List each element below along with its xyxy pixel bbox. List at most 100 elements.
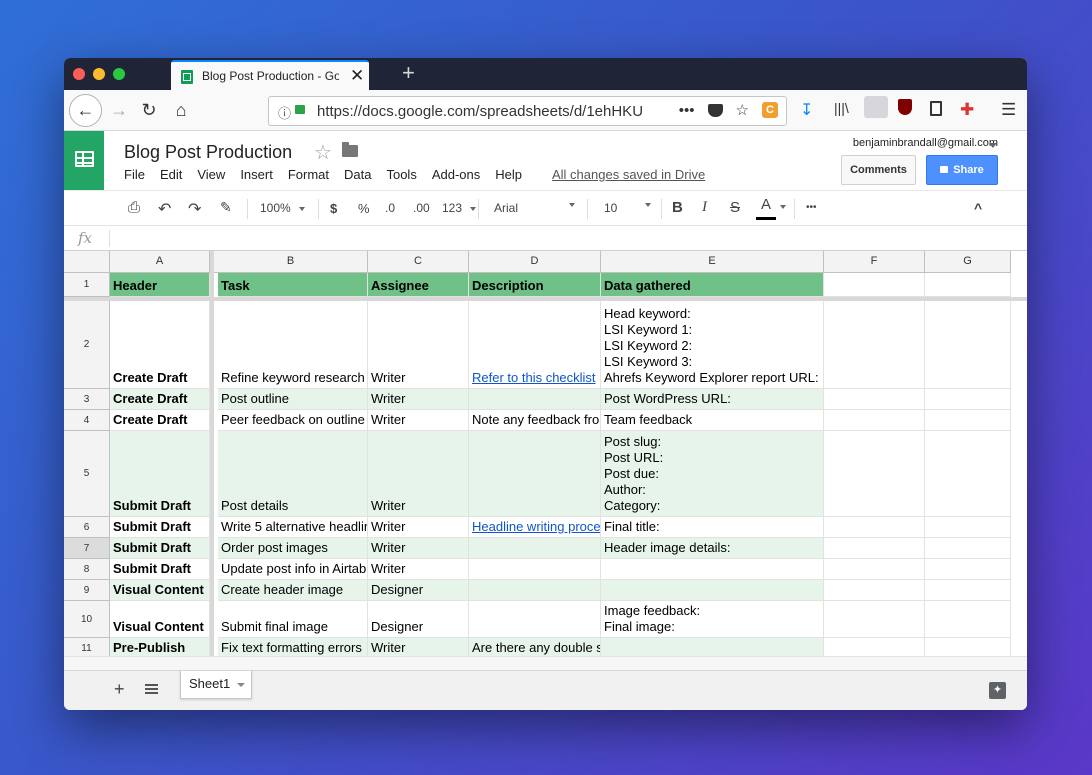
cell-a9[interactable]: Visual Content	[110, 580, 210, 601]
cell-d9[interactable]	[469, 580, 601, 601]
cell-c5[interactable]: Writer	[368, 431, 469, 517]
comments-button[interactable]: Comments	[841, 155, 916, 185]
extension-c-icon[interactable]: C	[762, 102, 778, 118]
cell-c9[interactable]: Designer	[368, 580, 469, 601]
cell-g6[interactable]	[925, 517, 1011, 538]
decrease-decimal-button[interactable]: .0	[385, 201, 395, 215]
cell-e1[interactable]: Data gathered	[601, 273, 824, 297]
row-header[interactable]: 8	[64, 559, 110, 580]
row-header[interactable]: 3	[64, 389, 110, 410]
cell-e5[interactable]: Post slug: Post URL: Post due: Author: Categ…	[601, 431, 824, 517]
column-header-g[interactable]: G	[925, 251, 1011, 273]
cell-g9[interactable]	[925, 580, 1011, 601]
cell-b7[interactable]: Order post images	[218, 538, 368, 559]
cell-a5[interactable]: Submit Draft	[110, 431, 210, 517]
frozen-row-divider[interactable]	[64, 297, 1027, 301]
ublock-icon[interactable]	[898, 99, 912, 115]
row-header[interactable]: 2	[64, 301, 110, 389]
back-button[interactable]: ←	[69, 94, 102, 127]
menu-file[interactable]: File	[124, 167, 145, 182]
row-header[interactable]: 7	[64, 538, 110, 559]
font-size-chevron-down-icon[interactable]	[645, 203, 651, 207]
cell-c3[interactable]: Writer	[368, 389, 469, 410]
star-icon[interactable]: ☆	[314, 140, 332, 165]
add-sheet-button[interactable]: +	[114, 679, 125, 700]
text-color-button[interactable]: A	[761, 196, 771, 213]
row-header[interactable]: 6	[64, 517, 110, 538]
cell-g2[interactable]	[925, 301, 1011, 389]
cell-d2[interactable]: Refer to this checklist	[469, 301, 601, 389]
paint-format-icon[interactable]: ✎	[220, 199, 232, 216]
url-bar[interactable]: ⓘ https://docs.google.com/spreadsheets/d…	[268, 96, 787, 126]
cell-b8[interactable]: Update post info in Airtabl	[218, 559, 368, 580]
menu-help[interactable]: Help	[495, 167, 522, 182]
cell-g4[interactable]	[925, 410, 1011, 431]
row-header[interactable]: 4	[64, 410, 110, 431]
row-header[interactable]: 1	[64, 273, 110, 297]
column-header-a[interactable]: A	[110, 251, 210, 273]
cell-b1[interactable]: Task	[218, 273, 368, 297]
cell-c4[interactable]: Writer	[368, 410, 469, 431]
cell-g1[interactable]	[925, 273, 1011, 297]
cell-f2[interactable]	[824, 301, 925, 389]
sheet-tab[interactable]: Sheet1	[180, 671, 252, 699]
sheets-logo-icon[interactable]	[64, 131, 104, 190]
column-header-b[interactable]: B	[214, 251, 368, 273]
cell-c10[interactable]: Designer	[368, 601, 469, 638]
cell-c7[interactable]: Writer	[368, 538, 469, 559]
menu-view[interactable]: View	[197, 167, 225, 182]
reload-button[interactable]: ↻	[138, 90, 160, 131]
new-tab-button[interactable]: +	[402, 62, 415, 84]
undo-icon[interactable]: ↶	[158, 199, 171, 219]
cell-c1[interactable]: Assignee	[368, 273, 469, 297]
tab-close-icon[interactable]: ✕	[350, 67, 364, 85]
print-icon[interactable]: ⎙	[128, 199, 140, 216]
cell-b3[interactable]: Post outline	[218, 389, 368, 410]
url-text[interactable]: https://docs.google.com/spreadsheets/d/1…	[317, 103, 677, 120]
cell-f7[interactable]	[824, 538, 925, 559]
explore-icon[interactable]: ✦	[989, 682, 1006, 699]
menu-icon[interactable]: ☰	[1001, 100, 1016, 120]
column-header-e[interactable]: E	[601, 251, 824, 273]
cell-f4[interactable]	[824, 410, 925, 431]
cell-b6[interactable]: Write 5 alternative headlin	[218, 517, 368, 538]
cell-a3[interactable]: Create Draft	[110, 389, 210, 410]
share-button[interactable]: Share	[926, 155, 998, 185]
folder-icon[interactable]	[342, 142, 358, 157]
account-chevron-down-icon[interactable]	[989, 143, 997, 148]
cell-a1[interactable]: Header	[110, 273, 210, 297]
cell-c2[interactable]: Writer	[368, 301, 469, 389]
cell-e7[interactable]: Header image details:	[601, 538, 824, 559]
minimize-window-button[interactable]	[93, 68, 105, 80]
menu-insert[interactable]: Insert	[240, 167, 273, 182]
all-sheets-menu-icon[interactable]	[145, 684, 158, 686]
text-color-chevron-down-icon[interactable]	[780, 205, 786, 209]
cell-e4[interactable]: Team feedback	[601, 410, 824, 431]
cell-e3[interactable]: Post WordPress URL:	[601, 389, 824, 410]
collapse-chevron-up-icon[interactable]: ^	[974, 200, 982, 216]
cell-d1[interactable]: Description	[469, 273, 601, 297]
extension-icon[interactable]: ✚	[960, 100, 974, 120]
cell-g5[interactable]	[925, 431, 1011, 517]
cell-f9[interactable]	[824, 580, 925, 601]
cell-f6[interactable]	[824, 517, 925, 538]
account-email[interactable]: benjaminbrandall@gmail.com	[853, 137, 998, 149]
increase-decimal-button[interactable]: .00	[413, 201, 430, 215]
redo-icon[interactable]: ↷	[188, 199, 201, 219]
select-all-corner[interactable]	[64, 251, 110, 273]
more-tools-icon[interactable]: •••	[806, 202, 817, 213]
cell-d6[interactable]: Headline writing proce	[469, 517, 601, 538]
cell-f8[interactable]	[824, 559, 925, 580]
cell-e2[interactable]: Head keyword: LSI Keyword 1: LSI Keyword 2…	[601, 301, 824, 389]
more-icon[interactable]: •••	[679, 102, 695, 119]
cell-e6[interactable]: Final title:	[601, 517, 824, 538]
cell-b2[interactable]: Refine keyword research	[218, 301, 368, 389]
info-icon[interactable]: ⓘ	[278, 103, 291, 122]
cell-g7[interactable]	[925, 538, 1011, 559]
cell-f1[interactable]	[824, 273, 925, 297]
close-window-button[interactable]	[73, 68, 85, 80]
menu-addons[interactable]: Add-ons	[432, 167, 480, 182]
cell-d3[interactable]	[469, 389, 601, 410]
font-select[interactable]: Arial	[494, 201, 518, 215]
menu-data[interactable]: Data	[344, 167, 371, 182]
